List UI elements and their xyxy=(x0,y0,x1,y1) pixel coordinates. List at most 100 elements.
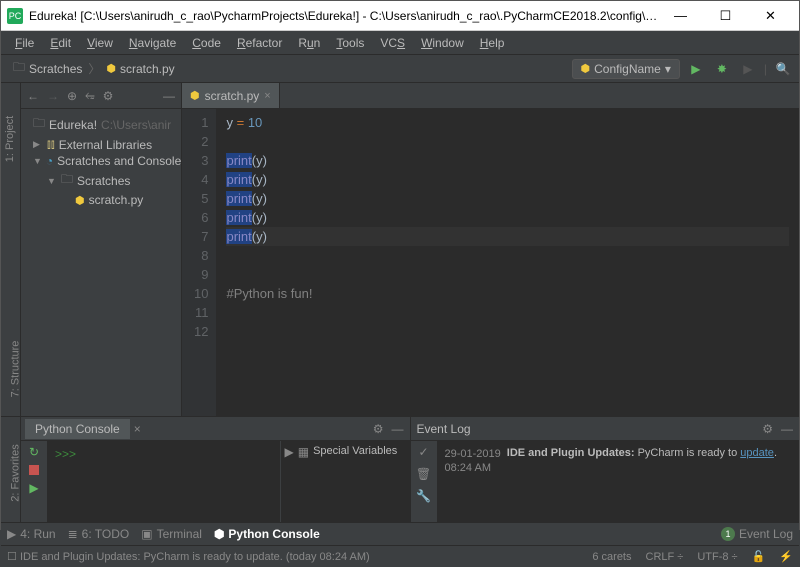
close-button[interactable]: ✕ xyxy=(748,1,793,31)
back-icon[interactable]: ← xyxy=(27,89,39,103)
menu-navigate[interactable]: Navigate xyxy=(121,36,184,50)
console-output[interactable]: >>> xyxy=(47,441,280,522)
menu-tools[interactable]: Tools xyxy=(328,36,372,50)
run-coverage-button[interactable]: ▶ xyxy=(738,59,758,79)
structure-tool-button[interactable]: 7: Structure xyxy=(9,341,21,398)
menu-help[interactable]: Help xyxy=(472,36,513,50)
menu-view[interactable]: View xyxy=(79,36,121,50)
tab-label: scratch.py xyxy=(205,89,260,103)
special-vars-label: Special Variables xyxy=(313,445,397,457)
debug-button[interactable]: ✸ xyxy=(712,59,732,79)
event-date: 29-01-2019 xyxy=(445,447,501,461)
check-icon[interactable]: ✓ xyxy=(418,445,428,459)
tree-scratches: Scratches xyxy=(77,174,130,188)
python-file-icon: ⬢ xyxy=(106,62,116,75)
gear-icon[interactable]: ⚙ xyxy=(373,422,384,436)
tree-root-path: C:\Users\anir xyxy=(101,118,171,132)
line-gutter: 123 456 789 101112 xyxy=(182,109,216,416)
encoding[interactable]: UTF-8 ÷ xyxy=(697,551,737,563)
code-content[interactable]: y = 10 print(y) print(y) print(y) print(… xyxy=(216,109,799,416)
event-log-tool-button[interactable]: 1 Event Log xyxy=(721,527,793,541)
menu-bar: File Edit View Navigate Code Refactor Ru… xyxy=(1,31,799,55)
python-file-icon: ⬢ xyxy=(190,89,200,102)
window-title: Edureka! [C:\Users\anirudh_c_rao\Pycharm… xyxy=(29,9,658,23)
forward-icon[interactable]: → xyxy=(47,89,59,103)
menu-vcs[interactable]: VCS xyxy=(372,36,413,50)
status-bar: ☐ IDE and Plugin Updates: PyCharm is rea… xyxy=(1,545,799,567)
python-console-tool-button[interactable]: ⬢ Python Console xyxy=(214,527,320,541)
run-config-selector[interactable]: ⬢ ConfigName ▾ xyxy=(572,59,680,79)
event-log-content[interactable]: 29-01-2019 08:24 AM IDE and Plugin Updat… xyxy=(437,441,800,522)
editor-tabs: ⬢ scratch.py × xyxy=(182,83,799,109)
run-button[interactable]: ▶ xyxy=(686,59,706,79)
menu-code[interactable]: Code xyxy=(184,36,229,50)
event-log-panel: Event Log ⚙ — ✓ 🗑 🔧 29-01-2019 08:24 AM I… xyxy=(411,417,800,522)
search-button[interactable]: 🔍 xyxy=(773,59,793,79)
gear-icon[interactable]: ⚙ xyxy=(103,89,114,103)
vars-icon: ▦ xyxy=(298,445,309,459)
python-file-icon: ⬢ xyxy=(75,194,85,207)
event-log-title: Event Log xyxy=(417,422,471,436)
run-tool-button[interactable]: ▶ 4: Run xyxy=(7,527,56,541)
project-panel: ← → ⊕ ⥳ ⚙ — 🗀Edureka! C:\Users\anir ▶⫾⫾E… xyxy=(21,83,181,333)
project-tool-button[interactable]: 1: Project xyxy=(4,116,16,162)
close-icon[interactable]: × xyxy=(134,422,141,436)
expand-icon[interactable]: ▶ xyxy=(285,445,294,459)
breadcrumb-file: scratch.py xyxy=(120,62,175,76)
menu-window[interactable]: Window xyxy=(413,36,472,50)
title-bar: PC Edureka! [C:\Users\anirudh_c_rao\Pych… xyxy=(1,1,799,31)
console-tab[interactable]: Python Console xyxy=(25,419,130,439)
target-icon[interactable]: ⊕ xyxy=(67,89,77,103)
tree-file: scratch.py xyxy=(89,193,144,207)
project-tree[interactable]: 🗀Edureka! C:\Users\anir ▶⫾⫾External Libr… xyxy=(21,109,181,212)
menu-file[interactable]: File xyxy=(7,36,42,50)
readonly-toggle[interactable]: 🔓 xyxy=(752,550,766,563)
nav-bar: 🗀 Scratches 〉 ⬢ scratch.py ⬢ ConfigName … xyxy=(1,55,799,83)
favorites-tool-button[interactable]: 2: Favorites xyxy=(10,444,22,501)
caret-count: 6 carets xyxy=(592,551,631,563)
minimize-button[interactable]: — xyxy=(658,1,703,31)
library-icon: ⫾⫾ xyxy=(47,137,55,152)
event-msg: PyCharm is ready to xyxy=(635,447,741,459)
wrench-icon[interactable]: 🔧 xyxy=(416,489,431,503)
console-side-toolbar: ↻ ▶ xyxy=(21,441,47,522)
run-icon[interactable]: ▶ xyxy=(29,481,38,495)
folder-icon: 🗀 xyxy=(13,58,25,79)
rerun-icon[interactable]: ↻ xyxy=(29,445,39,459)
left-tool-strip-bottom: 2: Favorites xyxy=(1,417,21,522)
terminal-tool-button[interactable]: ▣ Terminal xyxy=(141,527,202,541)
console-prompt: >>> xyxy=(55,447,76,461)
stop-icon[interactable] xyxy=(29,465,39,475)
menu-refactor[interactable]: Refactor xyxy=(229,36,290,50)
breadcrumb-root: Scratches xyxy=(29,62,82,76)
event-log-toolbar: ✓ 🗑 🔧 xyxy=(411,441,437,522)
line-separator[interactable]: CRLF ÷ xyxy=(646,551,684,563)
folder-icon: 🗀 xyxy=(61,170,73,191)
project-toolbar: ← → ⊕ ⥳ ⚙ — xyxy=(21,83,181,109)
scratch-icon: ◔ xyxy=(46,154,53,168)
menu-edit[interactable]: Edit xyxy=(42,36,79,50)
hide-icon[interactable]: — xyxy=(392,422,404,436)
status-message: IDE and Plugin Updates: PyCharm is ready… xyxy=(20,551,370,563)
trash-icon[interactable]: 🗑 xyxy=(416,467,431,481)
collapse-icon[interactable]: ⥳ xyxy=(85,88,95,103)
variables-pane[interactable]: ▶ ▦ Special Variables xyxy=(280,441,410,522)
maximize-button[interactable]: ☐ xyxy=(703,1,748,31)
folder-icon: 🗀 xyxy=(33,114,45,135)
chevron-down-icon: ▾ xyxy=(665,62,671,76)
todo-tool-button[interactable]: ≣ 6: TODO xyxy=(68,527,130,541)
code-editor[interactable]: 123 456 789 101112 y = 10 print(y) print… xyxy=(182,109,799,416)
status-icon[interactable]: ☐ xyxy=(7,550,17,563)
python-icon: ⬢ xyxy=(581,62,591,75)
hide-icon[interactable]: — xyxy=(781,422,793,436)
menu-run[interactable]: Run xyxy=(290,36,328,50)
hide-panel-icon[interactable]: — xyxy=(163,89,175,103)
breadcrumb[interactable]: 🗀 Scratches 〉 ⬢ scratch.py xyxy=(7,58,181,79)
event-time: 08:24 AM xyxy=(445,461,501,475)
editor-area: ⬢ scratch.py × 123 456 789 101112 y = 10… xyxy=(181,83,799,416)
power-save-icon[interactable]: ⚡ xyxy=(779,550,793,563)
update-link[interactable]: update xyxy=(740,447,774,459)
editor-tab[interactable]: ⬢ scratch.py × xyxy=(182,83,280,108)
gear-icon[interactable]: ⚙ xyxy=(762,422,773,436)
close-tab-icon[interactable]: × xyxy=(264,90,270,102)
